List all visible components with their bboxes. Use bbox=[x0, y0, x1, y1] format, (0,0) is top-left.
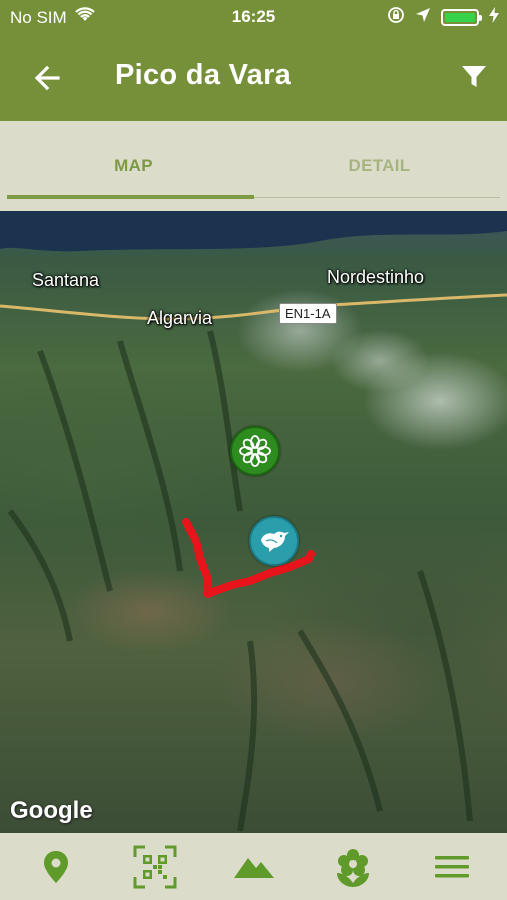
nav-qr-button[interactable] bbox=[130, 843, 180, 891]
tab-bar: MAP DETAIL bbox=[0, 121, 507, 211]
tab-divider bbox=[254, 197, 500, 198]
bottom-navigation bbox=[0, 833, 507, 900]
map-label-santana: Santana bbox=[32, 270, 100, 290]
sea-area bbox=[0, 211, 507, 252]
arrow-left-icon bbox=[34, 65, 60, 91]
battery-icon bbox=[441, 9, 482, 26]
map-label-nordestinho: Nordestinho bbox=[327, 267, 425, 287]
status-bar: No SIM 16:25 bbox=[0, 0, 507, 34]
mountain-icon bbox=[234, 858, 274, 878]
map-label-algarvia: Algarvia bbox=[147, 308, 213, 328]
active-tab-indicator bbox=[7, 195, 254, 199]
nav-location-button[interactable] bbox=[31, 843, 81, 891]
battery-fill bbox=[445, 13, 475, 22]
filter-button[interactable] bbox=[459, 62, 489, 92]
charging-icon bbox=[489, 7, 499, 28]
menu-icon bbox=[435, 856, 469, 878]
road-line bbox=[0, 293, 507, 321]
nav-mountain-button[interactable] bbox=[229, 843, 279, 891]
location-pin-icon bbox=[44, 851, 68, 883]
qr-code-icon bbox=[133, 845, 177, 889]
google-attribution: Google bbox=[10, 797, 93, 824]
filter-icon bbox=[462, 66, 486, 87]
lock-rotation-icon bbox=[387, 6, 405, 29]
bird-icon bbox=[261, 531, 289, 552]
back-button[interactable] bbox=[30, 60, 66, 96]
flower-icon bbox=[239, 435, 271, 467]
status-right bbox=[387, 6, 499, 29]
map-view[interactable]: Santana Nordestinho Algarvia EN1-1A Goog… bbox=[0, 211, 507, 833]
map-overlay bbox=[0, 211, 507, 832]
bird-marker[interactable] bbox=[249, 516, 299, 566]
road-label: EN1-1A bbox=[279, 303, 337, 324]
flower-marker[interactable] bbox=[230, 426, 280, 476]
app-header: Pico da Vara bbox=[0, 34, 507, 121]
location-arrow-icon bbox=[415, 7, 431, 28]
nav-flower-button[interactable] bbox=[328, 843, 378, 891]
nav-menu-button[interactable] bbox=[427, 843, 477, 891]
page-title: Pico da Vara bbox=[115, 59, 292, 91]
flower-icon bbox=[337, 849, 369, 887]
